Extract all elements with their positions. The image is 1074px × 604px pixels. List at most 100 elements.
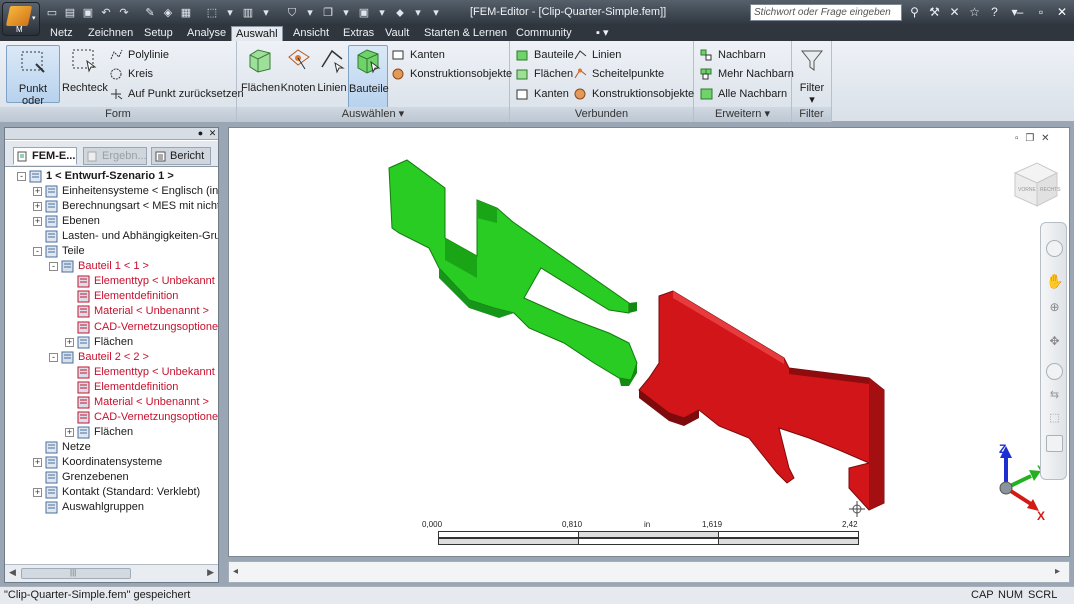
select-dropdown-icon[interactable]: ▾ (222, 5, 238, 21)
panel-title-erweitern[interactable]: Erweitern ▾ (694, 107, 791, 122)
kanten-select-button[interactable]: Kanten (392, 47, 445, 63)
alle-nachbarn-button[interactable]: Alle Nachbarn (700, 86, 787, 102)
collapse-icon[interactable]: - (33, 247, 42, 257)
punkt-oder-rechteck-button[interactable]: Punkt oder Rechteck (6, 45, 60, 119)
scroll-left-icon[interactable]: ◂ (233, 566, 238, 577)
shirt-icon[interactable]: ⛉ (284, 5, 300, 21)
tab-fem-editor[interactable]: FEM-E... (13, 147, 77, 165)
viewcube[interactable]: VORNE RECHTS (1013, 162, 1061, 207)
tree-icon[interactable]: ⬥ (392, 5, 408, 21)
customize-qat-icon[interactable]: ▾ (428, 5, 444, 21)
sketch-icon[interactable]: ✎ (142, 5, 158, 21)
expand-icon[interactable]: + (33, 187, 42, 197)
nachbarn-button[interactable]: Nachbarn (700, 47, 766, 63)
rechteck-button[interactable]: Rechteck (62, 45, 108, 103)
graphics-viewport[interactable]: ▫ ❐ ✕ VORNE RECHTS Z X ✋ ⊕ ✥ ⇆ ⬚ 0,000 0… (228, 127, 1070, 557)
calendar-dropdown-icon[interactable]: ▾ (374, 5, 390, 21)
konstruktionsobjekte-select-button[interactable]: Konstruktionsobjekte (392, 66, 512, 82)
collapse-icon[interactable]: - (49, 352, 58, 362)
red-clip-part[interactable] (638, 290, 885, 511)
verbunden-scheitelpunkte-button[interactable]: Scheitelpunkte (574, 66, 664, 82)
view-mode-icon[interactable]: ▥ (240, 5, 256, 21)
scroll-left-icon[interactable]: ◀ (9, 567, 16, 578)
verbunden-linien-button[interactable]: Linien (574, 47, 621, 63)
lightbulb-icon[interactable]: ● (195, 128, 206, 139)
expand-icon[interactable]: + (33, 488, 42, 498)
look-at-icon[interactable] (1046, 363, 1063, 380)
steering-wheel-icon[interactable] (1046, 240, 1063, 257)
tab-community[interactable]: Community (512, 26, 576, 41)
tab-ansicht[interactable]: Ansicht (289, 26, 333, 41)
collapse-icon[interactable]: - (17, 172, 26, 181)
flaechen-select-label: Flächen (241, 82, 281, 94)
favorites-icon[interactable]: ☆ (966, 4, 983, 21)
redo-icon[interactable]: ↷ (116, 5, 132, 21)
window-dropdown-icon[interactable]: ▾ (338, 5, 354, 21)
x-icon[interactable]: ✕ (946, 4, 963, 21)
undo-icon[interactable]: ↶ (98, 5, 114, 21)
tools-icon[interactable]: ⚒ (926, 4, 943, 21)
select-shape-icon[interactable]: ⬚ (204, 5, 220, 21)
tab-vault[interactable]: Vault (381, 26, 413, 41)
color-icon[interactable]: ◈ (160, 5, 176, 21)
tab-extras[interactable]: Extras (339, 26, 378, 41)
flaechen-select-button[interactable]: Flächen (241, 45, 281, 103)
expand-icon[interactable]: + (65, 427, 74, 437)
tab-netz[interactable]: Netz (46, 26, 77, 41)
expand-icon[interactable]: + (65, 337, 74, 347)
kreis-button[interactable]: Kreis (110, 66, 153, 82)
binoculars-icon[interactable]: ⚲ (906, 4, 923, 21)
video-tab-icon[interactable]: ▪ ▾ (592, 26, 612, 41)
verbunden-kanten-button[interactable]: Kanten (516, 86, 569, 102)
calendar-icon[interactable]: ▣ (356, 5, 372, 21)
zoom-icon[interactable]: ⊕ (1046, 300, 1063, 317)
bauteile-select-button[interactable]: Bauteile (348, 45, 389, 109)
tab-setup[interactable]: Setup (140, 26, 177, 41)
filter-button[interactable]: Filter ▾ (796, 45, 828, 106)
pan-hand-icon[interactable]: ✋ (1046, 273, 1063, 290)
browser-horizontal-scrollbar[interactable]: ◀ ||| ▶ (5, 564, 218, 582)
mehr-nachbarn-button[interactable]: Mehr Nachbarn (700, 66, 794, 82)
scroll-right-icon[interactable]: ▸ (1055, 566, 1060, 577)
panel-title-auswaehlen[interactable]: Auswählen ▾ (237, 107, 509, 122)
knoten-button[interactable]: Knoten (280, 45, 316, 103)
auf-punkt-zuruecksetzen-button[interactable]: Auf Punkt zurücksetzen (110, 86, 244, 102)
verbunden-bauteile-button[interactable]: Bauteile (516, 47, 574, 63)
view-mode-dropdown-icon[interactable]: ▾ (258, 5, 274, 21)
fit-view-icon[interactable]: ⬚ (1046, 411, 1063, 428)
close-window-button[interactable]: ✕ (1052, 3, 1072, 21)
tab-starten-lernen[interactable]: Starten & Lernen (420, 26, 511, 41)
minimize-button[interactable]: – (1010, 3, 1030, 21)
orbit-icon[interactable]: ✥ (1046, 334, 1063, 351)
verbunden-flaechen-button[interactable]: Flächen (516, 66, 573, 82)
walk-icon[interactable]: ⇆ (1046, 388, 1063, 405)
expand-icon[interactable]: + (33, 202, 42, 212)
open-icon[interactable]: ▤ (62, 5, 78, 21)
expand-icon[interactable]: + (33, 217, 42, 227)
new-file-icon[interactable]: ▭ (44, 5, 60, 21)
scrollbar-thumb[interactable]: ||| (21, 568, 131, 579)
shirt-dropdown-icon[interactable]: ▾ (302, 5, 318, 21)
tab-auswahl[interactable]: Auswahl (231, 26, 283, 41)
verbunden-konstruktionsobjekte-button[interactable]: Konstruktionsobjekte (574, 86, 694, 102)
maximize-button[interactable]: ▫ (1031, 3, 1051, 21)
view-options-icon[interactable] (1046, 435, 1063, 452)
linien-select-button[interactable]: Linien (317, 45, 347, 103)
tab-zeichnen[interactable]: Zeichnen (84, 26, 137, 41)
expand-icon[interactable]: + (33, 457, 42, 467)
tab-bericht[interactable]: Bericht (151, 147, 211, 165)
application-menu-button[interactable]: M ▾ (2, 2, 40, 36)
tree-dropdown-icon[interactable]: ▾ (410, 5, 426, 21)
green-clip-part[interactable] (388, 159, 638, 386)
polylinie-button[interactable]: Polylinie (110, 47, 169, 63)
tab-analyse[interactable]: Analyse (183, 26, 230, 41)
search-input[interactable]: Stichwort oder Frage eingeben (750, 4, 902, 21)
table-icon[interactable]: ▦ (178, 5, 194, 21)
scroll-right-icon[interactable]: ▶ (207, 567, 214, 578)
help-icon[interactable]: ? (986, 4, 1003, 21)
window-icon[interactable]: ❐ (320, 5, 336, 21)
tab-ergebnisse[interactable]: Ergebn... (83, 147, 147, 165)
collapse-icon[interactable]: - (49, 262, 58, 272)
save-icon[interactable]: ▣ (80, 5, 96, 21)
close-browser-button[interactable]: ✕ (207, 128, 218, 139)
